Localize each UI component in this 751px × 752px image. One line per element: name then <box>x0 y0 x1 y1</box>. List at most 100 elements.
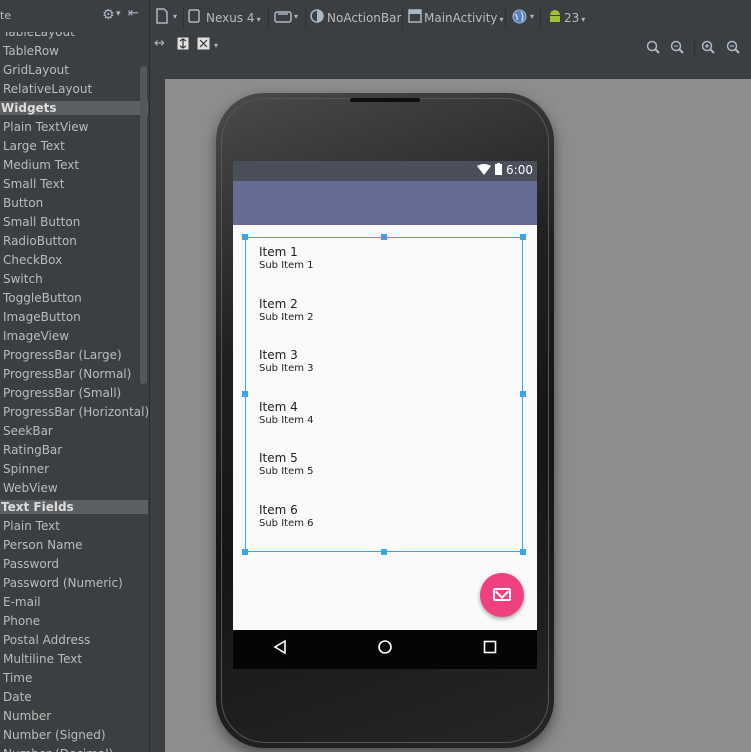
resize-handle[interactable] <box>520 234 526 240</box>
palette-item[interactable]: Multiline Text <box>0 650 148 669</box>
resize-handle[interactable] <box>520 549 526 555</box>
orientation-icon[interactable] <box>274 10 292 28</box>
palette-item[interactable]: ProgressBar (Horizontal) <box>0 403 148 422</box>
palette-item[interactable]: Number (Signed) <box>0 726 148 745</box>
device-selector[interactable]: Nexus 4 ▾ <box>206 11 261 25</box>
collapse-panel-icon[interactable]: ⇤ <box>128 6 139 21</box>
chevron-down-icon[interactable]: ▾ <box>214 41 218 50</box>
device-icon[interactable] <box>188 9 200 27</box>
palette-item[interactable]: Small Button <box>0 213 148 232</box>
chevron-down-icon[interactable]: ▾ <box>294 12 298 21</box>
expand-icon[interactable] <box>197 37 210 54</box>
theme-selector[interactable]: NoActionBar <box>327 11 401 25</box>
zoom-in-icon[interactable] <box>701 40 715 58</box>
palette-item[interactable]: RadioButton <box>0 232 148 251</box>
rendering-file-icon[interactable] <box>155 8 169 28</box>
palette-scrollbar[interactable] <box>140 66 147 384</box>
palette-item[interactable]: ProgressBar (Large) <box>0 346 148 365</box>
palette-item[interactable]: Time <box>0 669 148 688</box>
recents-icon[interactable] <box>483 639 505 659</box>
list-item-subtitle: Sub Item 5 <box>259 466 314 478</box>
api-level-label: 23 <box>564 11 580 25</box>
device-screen[interactable]: 6:00 Item 1 Sub Item 1 Item 2 Sub Item 2 Ite… <box>233 161 537 669</box>
palette-list: TableLayout TableRow GridLayout RelativeLay… <box>0 23 148 752</box>
resize-handle[interactable] <box>242 549 248 555</box>
list-item-subtitle: Sub Item 3 <box>259 363 314 375</box>
resize-handle[interactable] <box>381 234 387 240</box>
theme-icon[interactable] <box>310 9 324 27</box>
palette-item[interactable]: ToggleButton <box>0 289 148 308</box>
palette-item[interactable]: Large Text <box>0 137 148 156</box>
palette-item[interactable]: ProgressBar (Normal) <box>0 365 148 384</box>
home-icon[interactable] <box>377 639 399 659</box>
palette-item[interactable]: SeekBar <box>0 422 148 441</box>
android-icon[interactable] <box>548 9 562 28</box>
app-bar[interactable] <box>233 181 537 225</box>
list-item-subtitle: Sub Item 2 <box>259 311 314 323</box>
palette-item[interactable]: RatingBar <box>0 441 148 460</box>
resize-handle[interactable] <box>520 391 526 397</box>
zoom-actual-size-icon[interactable] <box>670 40 684 58</box>
chevron-down-icon[interactable]: ▾ <box>530 12 534 21</box>
list-item-title: Item 3 <box>259 348 298 363</box>
list-item-title: Item 4 <box>259 399 298 414</box>
list-item[interactable]: Item 5 Sub Item 5 <box>259 451 519 491</box>
list-view[interactable]: Item 1 Sub Item 1 Item 2 Sub Item 2 Item 3 Su… <box>242 234 526 555</box>
list-item[interactable]: Item 4 Sub Item 4 <box>259 400 519 440</box>
palette-item[interactable]: RelativeLayout <box>0 80 148 99</box>
device-selector-label: Nexus 4 <box>206 11 255 25</box>
palette-item[interactable]: ImageButton <box>0 308 148 327</box>
resize-handle[interactable] <box>381 549 387 555</box>
status-icons: 6:00 <box>477 163 533 177</box>
resize-handle[interactable] <box>242 391 248 397</box>
palette-item[interactable]: E-mail <box>0 593 148 612</box>
api-level-selector[interactable]: 23 ▾ <box>564 11 585 25</box>
palette-header: te ⚙ ▾ ⇤ <box>0 0 149 32</box>
palette-item[interactable]: CheckBox <box>0 251 148 270</box>
toolbar-separator <box>268 7 269 29</box>
activity-selector[interactable]: MainActivity ▾ <box>424 11 504 25</box>
palette-item[interactable]: Password <box>0 555 148 574</box>
back-icon[interactable] <box>273 639 295 659</box>
floating-action-button[interactable] <box>480 573 524 617</box>
palette-item[interactable]: Plain TextView <box>0 118 148 137</box>
chevron-down-icon: ▾ <box>499 15 504 24</box>
zoom-out-icon[interactable] <box>726 40 740 58</box>
palette-item[interactable]: TableRow <box>0 42 148 61</box>
palette-item[interactable]: Button <box>0 194 148 213</box>
palette-item[interactable]: WebView <box>0 479 148 498</box>
palette-item[interactable]: Switch <box>0 270 148 289</box>
layout-editor-toolbar: ▾ Nexus 4 ▾ ▾ NoActionBar MainActivity ▾ ▾ <box>150 0 751 60</box>
globe-icon[interactable] <box>512 9 527 28</box>
palette-item[interactable]: GridLayout <box>0 61 148 80</box>
palette-item[interactable]: ProgressBar (Small) <box>0 384 148 403</box>
resize-handle[interactable] <box>242 234 248 240</box>
fit-height-icon[interactable] <box>177 37 189 54</box>
palette-item[interactable]: Person Name <box>0 536 148 555</box>
palette-item[interactable]: ImageView <box>0 327 148 346</box>
palette-item[interactable]: Postal Address <box>0 631 148 650</box>
palette-item[interactable]: Number <box>0 707 148 726</box>
navigation-bar <box>233 630 537 669</box>
list-item[interactable]: Item 6 Sub Item 6 <box>259 503 519 543</box>
zoom-to-fit-icon[interactable] <box>646 40 660 58</box>
palette-category[interactable]: Widgets <box>0 101 148 115</box>
palette-item[interactable]: Password (Numeric) <box>0 574 148 593</box>
list-item[interactable]: Item 1 Sub Item 1 <box>259 245 519 285</box>
palette-item[interactable]: Plain Text <box>0 517 148 536</box>
chevron-down-icon[interactable]: ▾ <box>173 12 177 21</box>
status-time: 6:00 <box>506 163 533 177</box>
palette-item[interactable]: Medium Text <box>0 156 148 175</box>
list-item[interactable]: Item 3 Sub Item 3 <box>259 348 519 388</box>
palette-item[interactable]: Phone <box>0 612 148 631</box>
palette-item[interactable]: Spinner <box>0 460 148 479</box>
palette-item[interactable]: Date <box>0 688 148 707</box>
activity-icon[interactable] <box>408 9 422 27</box>
palette-item[interactable]: Number (Decimal) <box>0 745 148 752</box>
fit-width-icon[interactable]: ↔ <box>154 36 165 51</box>
palette-item[interactable]: Small Text <box>0 175 148 194</box>
gear-icon[interactable]: ⚙ <box>102 7 115 23</box>
palette-category[interactable]: Text Fields <box>0 500 148 514</box>
list-item[interactable]: Item 2 Sub Item 2 <box>259 297 519 337</box>
chevron-down-icon[interactable]: ▾ <box>116 9 121 19</box>
